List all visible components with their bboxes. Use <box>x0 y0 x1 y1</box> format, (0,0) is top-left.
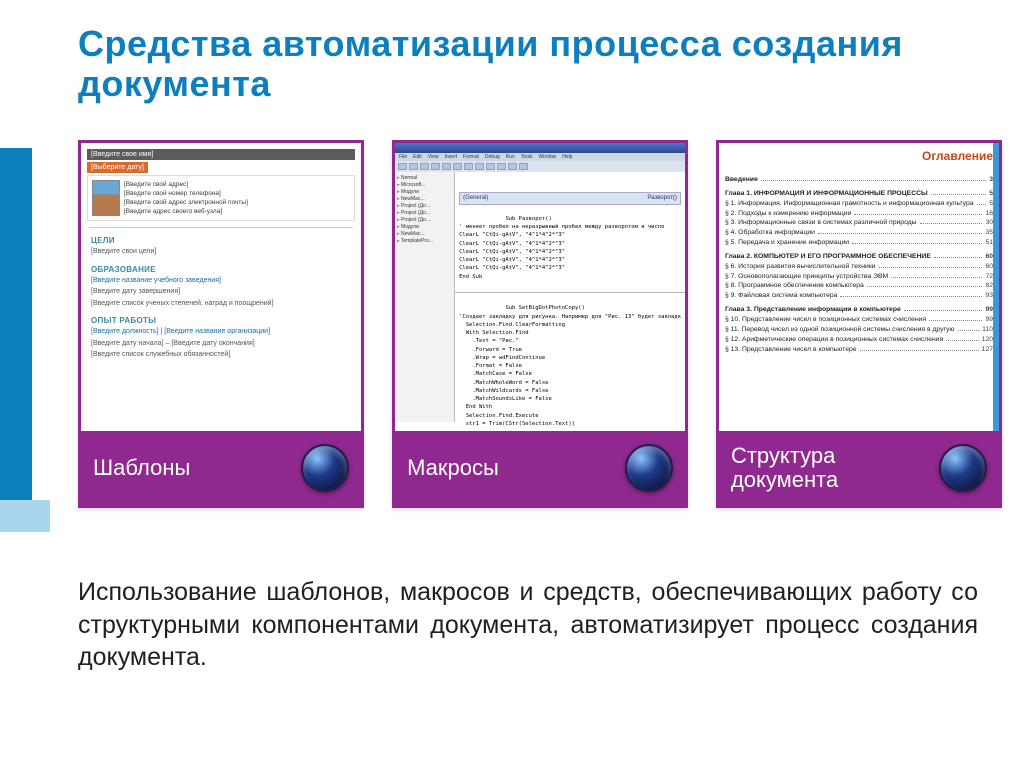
toc-row: § 6. История развития вычислительной тех… <box>725 262 993 272</box>
card-structure: Оглавление Введение3 Глава 1. ИНФОРМАЦИЯ … <box>716 140 1002 508</box>
toc-list: Введение3 Глава 1. ИНФОРМАЦИЯ И ИНФОРМАЦИ… <box>725 175 993 354</box>
decorative-side-bar-light <box>0 500 50 532</box>
template-contact-fields: [Введите свой адрес] [Введите свой номер… <box>124 180 248 216</box>
toc-row: § 2. Подходы к измерению информации16 <box>725 209 993 219</box>
card-templates-label: Шаблоны <box>93 456 293 480</box>
toc-row: § 9. Файловая система компьютера93 <box>725 291 993 301</box>
card-templates-caption: Шаблоны <box>81 431 361 505</box>
toc-row: § 13. Представление чисел в компьютере12… <box>725 345 993 355</box>
template-date-field: [Выберите дату] <box>87 162 148 173</box>
toc-row: Глава 1. ИНФОРМАЦИЯ И ИНФОРМАЦИОННЫЕ ПРО… <box>725 189 993 199</box>
vbe-menubar: FileEditViewInsertFormatDebugRunToolsWin… <box>395 153 685 161</box>
vbe-code-pane-upper: (General)Разворот() Sub Разворот() ' мен… <box>455 172 685 293</box>
slide-title: Средства автоматизации процесса создания… <box>78 24 984 103</box>
toc-row: Глава 2. КОМПЬЮТЕР И ЕГО ПРОГРАММНОЕ ОБЕ… <box>725 252 993 262</box>
orb-icon <box>625 444 673 492</box>
toc-row: § 3. Информационные связи в системах раз… <box>725 218 993 228</box>
card-structure-preview: Оглавление Введение3 Глава 1. ИНФОРМАЦИЯ … <box>719 143 999 431</box>
card-macros-caption: Макросы <box>395 431 685 505</box>
orb-icon <box>301 444 349 492</box>
template-name-field: [Введите свое имя] <box>87 149 355 160</box>
card-templates-preview: [Введите свое имя] [Выберите дату] [Введ… <box>81 143 361 431</box>
toc-row: Введение3 <box>725 175 993 185</box>
page-accent-stripe <box>993 143 999 431</box>
orb-icon <box>939 444 987 492</box>
slide-body-text: Использование шаблонов, макросов и средс… <box>78 576 978 674</box>
toc-row: § 4. Обработка информации35 <box>725 228 993 238</box>
vbe-project-tree: Normal Microsoft... Модули NewMac... Pro… <box>395 172 455 422</box>
toc-row: § 5. Передача и хранение информации51 <box>725 238 993 248</box>
toc-row: § 12. Арифметические операции в позицион… <box>725 335 993 345</box>
vbe-code-pane-lower: Sub SetBigDotPhotoCopy() 'Создает заклад… <box>455 293 685 431</box>
card-structure-label: Структура документа <box>731 444 931 492</box>
decorative-side-bar <box>0 148 32 500</box>
vbe-titlebar <box>395 143 685 153</box>
card-macros: FileEditViewInsertFormatDebugRunToolsWin… <box>392 140 688 508</box>
cards-row: [Введите свое имя] [Выберите дату] [Введ… <box>78 140 1002 508</box>
card-macros-preview: FileEditViewInsertFormatDebugRunToolsWin… <box>395 143 685 431</box>
toc-row: § 1. Информация. Информационная грамотно… <box>725 199 993 209</box>
toc-row: Глава 3. Представление информации в комп… <box>725 305 993 315</box>
card-macros-label: Макросы <box>407 456 617 480</box>
vbe-toolbar <box>395 161 685 172</box>
toc-row: § 7. Основополагающие принципы устройств… <box>725 272 993 282</box>
toc-row: § 8. Программное обеспечение компьютера8… <box>725 281 993 291</box>
toc-row: § 11. Перевод чисел из одной позиционной… <box>725 325 993 335</box>
card-structure-caption: Структура документа <box>719 431 999 505</box>
card-templates: [Введите свое имя] [Выберите дату] [Введ… <box>78 140 364 508</box>
template-photo-placeholder <box>92 180 120 216</box>
toc-heading: Оглавление <box>725 149 993 163</box>
toc-row: § 10. Представление чисел в позиционных … <box>725 315 993 325</box>
